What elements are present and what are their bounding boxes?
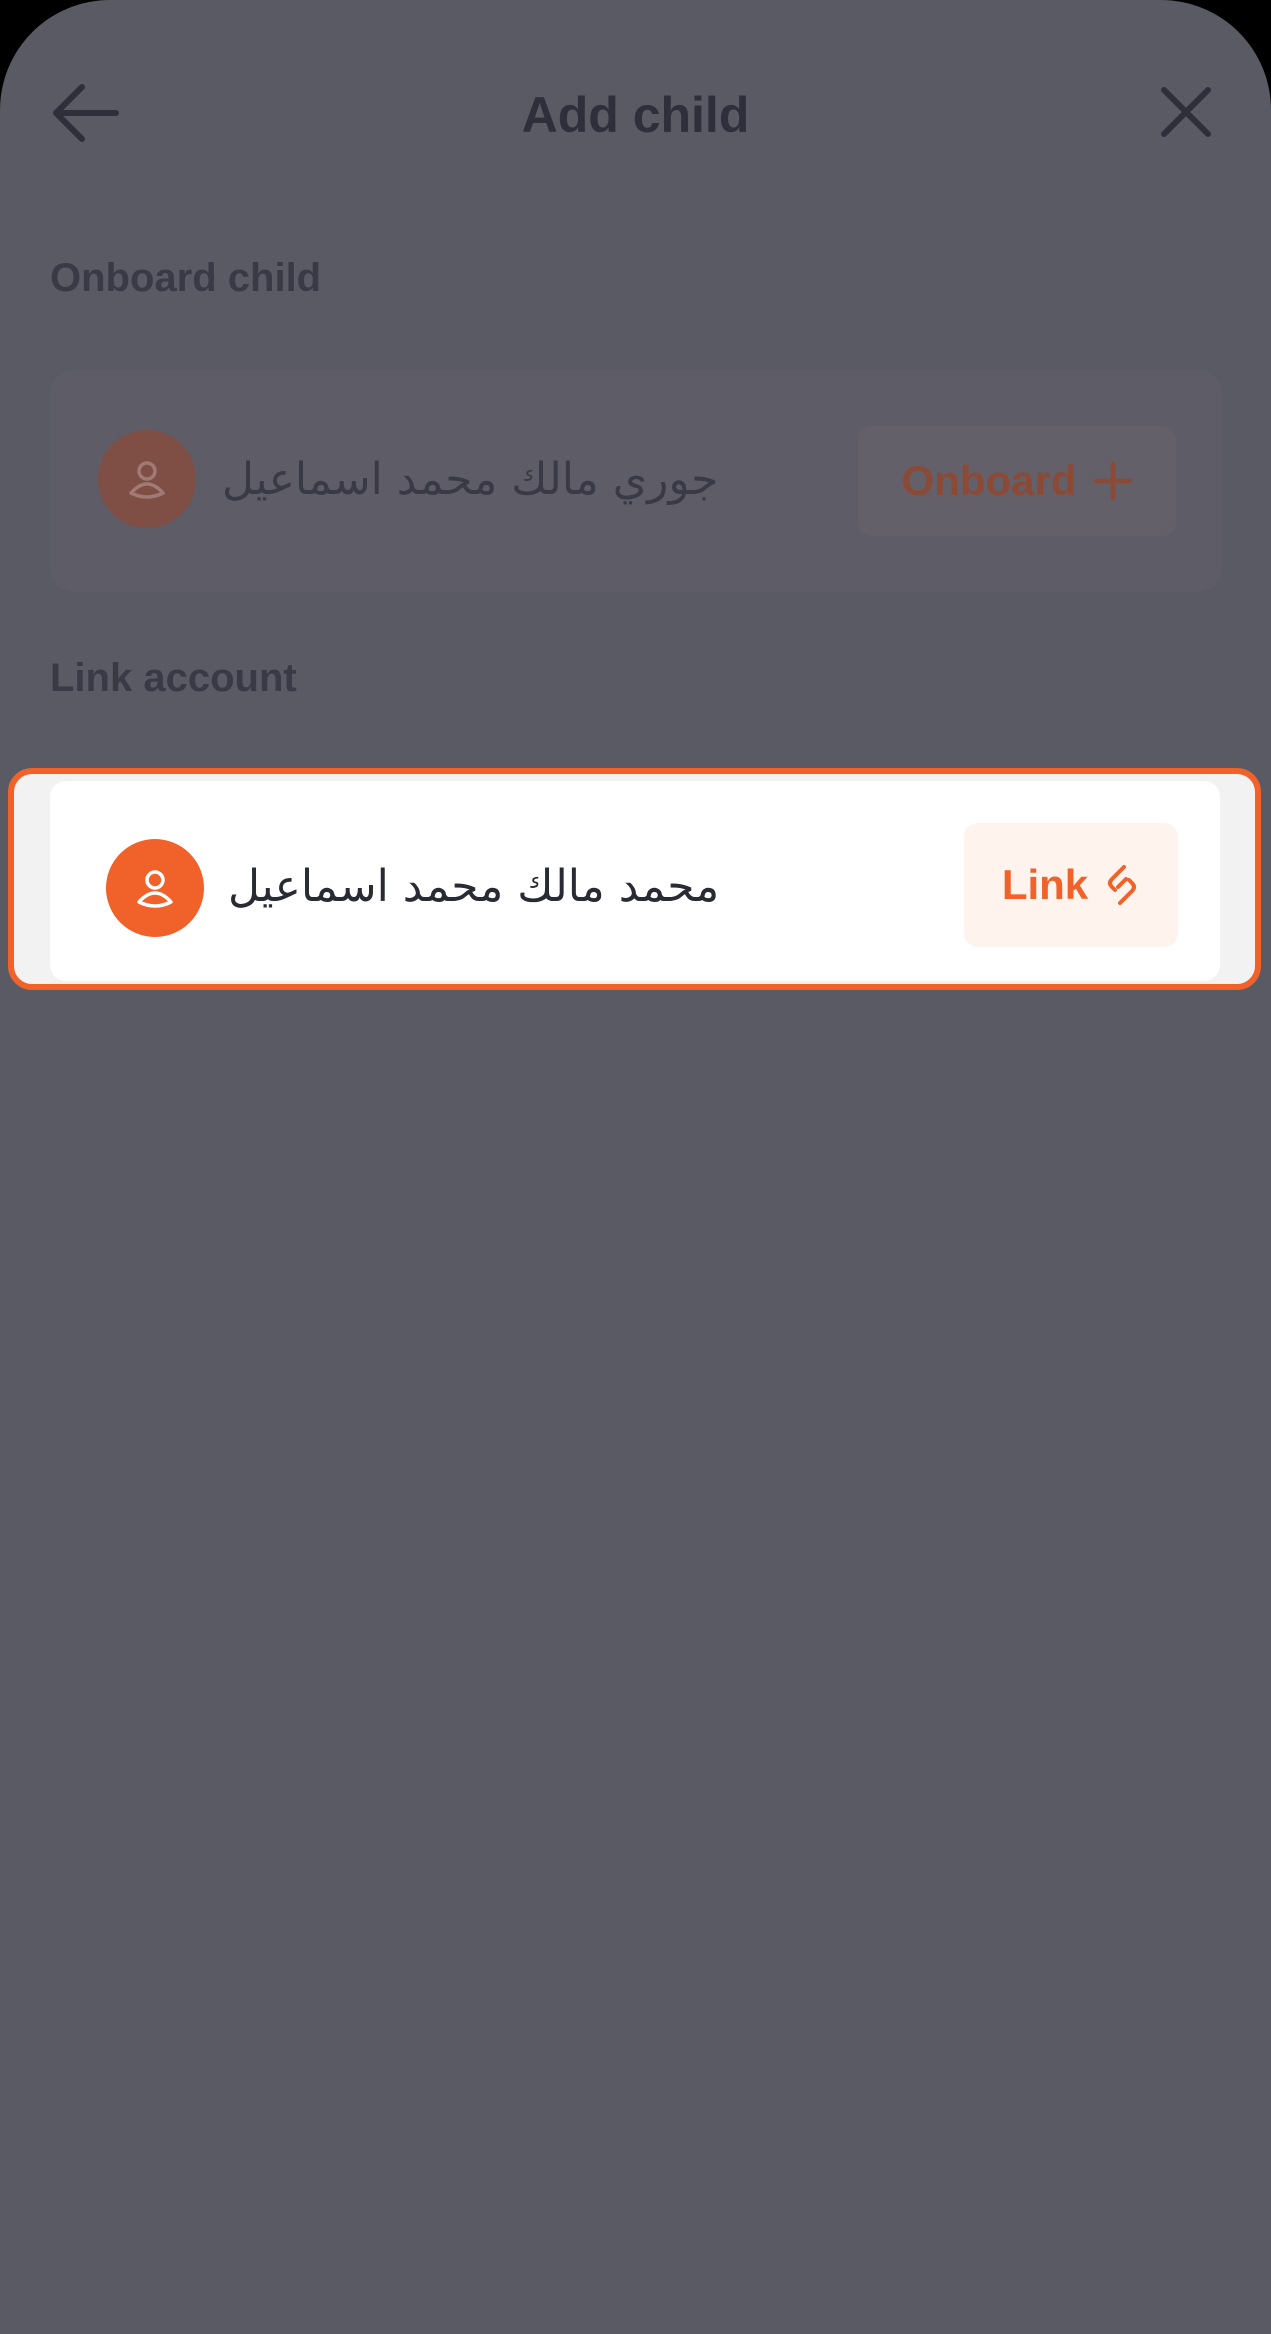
link-child-card-highlight: محمد مالك محمد اسماعيل Link bbox=[8, 768, 1261, 990]
avatar bbox=[98, 430, 196, 528]
link-button[interactable]: Link bbox=[964, 823, 1178, 947]
plus-icon bbox=[1093, 461, 1132, 501]
add-child-sheet: Add child Onboard child جوري مالك محمد ا… bbox=[0, 0, 1271, 2334]
page-title: Add child bbox=[521, 87, 750, 143]
link-button-label: Link bbox=[1001, 861, 1089, 908]
onboard-section-label: Onboard child bbox=[50, 256, 322, 300]
close-icon bbox=[1161, 87, 1211, 137]
link-child-card: محمد مالك محمد اسماعيل Link bbox=[50, 781, 1220, 981]
child-name: محمد مالك محمد اسماعيل bbox=[228, 861, 720, 912]
onboard-button-label: Onboard bbox=[901, 457, 1077, 504]
user-icon bbox=[137, 870, 173, 908]
close-button[interactable] bbox=[1158, 84, 1214, 140]
onboard-child-card: جوري مالك محمد اسماعيل Onboard bbox=[50, 370, 1222, 592]
onboard-button[interactable]: Onboard bbox=[858, 426, 1176, 536]
user-icon bbox=[129, 461, 165, 499]
link-icon bbox=[1108, 865, 1137, 905]
link-section-label: Link account bbox=[50, 656, 297, 700]
avatar bbox=[106, 839, 204, 937]
header: Add child bbox=[0, 0, 1271, 200]
child-name: جوري مالك محمد اسماعيل bbox=[222, 454, 719, 505]
